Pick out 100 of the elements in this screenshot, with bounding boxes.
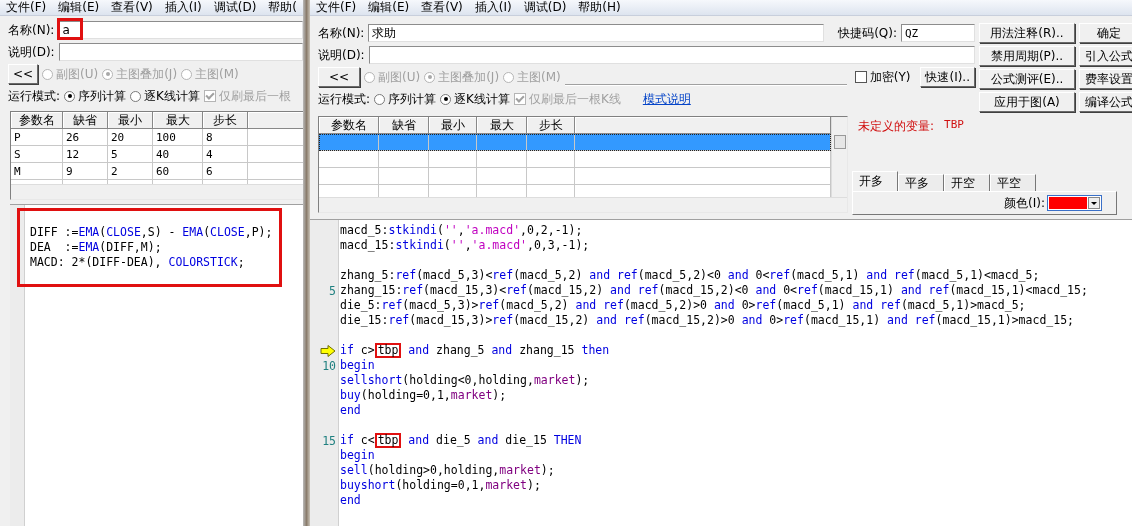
shortcut-field[interactable]: QZ <box>901 24 975 42</box>
column-header[interactable]: 缺省 <box>63 112 108 129</box>
field-label: 名称(N): <box>8 21 55 39</box>
dialog-button[interactable]: 费率设置 <box>1079 69 1132 89</box>
field-label: 名称(N): <box>318 24 365 42</box>
field-label: 说明(D): <box>318 46 365 64</box>
table-cell: 2 <box>108 163 153 180</box>
menu-item[interactable]: 插入(I) <box>164 0 202 15</box>
code-line: die_5:ref(macd_5,3)>ref(macd_5,2) and ref(macd_5,2)>0 and 0>ref(macd_5,1) and ref(macd_5,1)>macd_5; <box>339 298 1026 313</box>
code-line: zhang_15:ref(macd_15,3)<ref(macd_15,2) and ref(macd_15,2)<0 and 0<ref(macd_15,1) and ref(macd_15,1)<macd_15; <box>339 283 1088 298</box>
menu-item[interactable]: 查看(V) <box>111 0 153 15</box>
code-line: DIFF :=EMA(CLOSE,S) - EMA(CLOSE,P); <box>29 225 274 240</box>
table-cell: P <box>11 129 63 146</box>
tab[interactable]: 平多 <box>898 174 944 191</box>
collapse-button[interactable]: << <box>8 64 38 84</box>
menu-item[interactable]: 插入(I) <box>474 0 512 15</box>
menu-item[interactable]: 查看(V) <box>421 0 463 15</box>
dialog-button[interactable]: 确定 <box>1079 23 1132 43</box>
radio-option[interactable]: 序列计算 <box>374 90 437 108</box>
field-label: 运行模式: <box>318 90 371 108</box>
table-cell: 9 <box>63 163 108 180</box>
table-cell: 8 <box>203 129 248 146</box>
description-field[interactable] <box>58 43 303 61</box>
table-cell: 60 <box>153 163 203 180</box>
description-field[interactable] <box>368 46 975 64</box>
column-header[interactable]: 参数名 <box>11 112 63 129</box>
dialog-button[interactable]: 应用于图(A) <box>979 92 1075 112</box>
menu-item[interactable]: 帮助( <box>268 0 297 15</box>
table-cell: 20 <box>108 129 153 146</box>
error-variable: TBP <box>944 118 964 133</box>
column-header[interactable]: 最小 <box>108 112 153 129</box>
line-number: 15 <box>322 433 336 448</box>
menu-item[interactable]: 文件(F) <box>6 0 47 15</box>
table-cell: 12 <box>63 146 108 163</box>
code-line: end <box>339 403 361 418</box>
column-header[interactable]: 参数名 <box>319 117 379 134</box>
dialog-button[interactable]: 禁用周期(P).. <box>979 46 1075 66</box>
name-field[interactable]: a <box>58 21 303 39</box>
table-cell: 26 <box>63 129 108 146</box>
dialog-button[interactable]: 引入公式 <box>1079 46 1132 66</box>
table-cell: M <box>11 163 63 180</box>
table-cell: 100 <box>153 129 203 146</box>
radio-option[interactable]: 逐K线计算 <box>130 87 200 105</box>
menu-item[interactable]: 帮助(H) <box>578 0 621 15</box>
scrollbar[interactable] <box>831 117 847 197</box>
quick-button[interactable]: 快速(I).. <box>920 67 975 87</box>
field-label: 说明(D): <box>8 43 55 61</box>
radio-option[interactable]: 逐K线计算 <box>440 90 510 108</box>
column-header[interactable]: 步长 <box>203 112 248 129</box>
name-field[interactable]: 求助 <box>368 24 825 42</box>
code-line: MACD: 2*(DIFF-DEA), COLORSTICK; <box>29 255 246 270</box>
collapse-button[interactable]: << <box>318 67 360 87</box>
field-label: 颜色(I): <box>1004 194 1045 212</box>
scrollbar[interactable] <box>11 184 303 199</box>
menu-item[interactable]: 调试(D) <box>523 0 567 15</box>
line-number: 10 <box>322 358 336 373</box>
code-line: sellshort(holding<0,holding,market); <box>339 373 590 388</box>
column-header[interactable]: 最小 <box>429 117 477 134</box>
menu-item[interactable]: 文件(F) <box>316 0 357 15</box>
column-header[interactable]: 最大 <box>477 117 527 134</box>
radio-option[interactable]: 序列计算 <box>64 87 127 105</box>
table-row[interactable] <box>319 134 831 151</box>
dialog-button[interactable]: 用法注释(R).. <box>979 23 1075 43</box>
code-line: if c< tbp and die_5 and die_15 THEN <box>339 433 582 448</box>
checkbox[interactable]: 加密(Y) <box>854 68 911 86</box>
table-cell: 4 <box>203 146 248 163</box>
table-cell: 5 <box>108 146 153 163</box>
mode-link[interactable]: 模式说明 <box>642 90 691 108</box>
table-cell: 6 <box>203 163 248 180</box>
column-header[interactable]: 最大 <box>153 112 203 129</box>
code-line: macd_5:stkindi('','a.macd',0,2,-1); <box>339 223 583 238</box>
code-line: buy(holding=0,1,market); <box>339 388 507 403</box>
code-line: zhang_5:ref(macd_5,3)<ref(macd_5,2) and ref(macd_5,2)<0 and 0<ref(macd_5,1) and ref(macd_5,1)<macd_5; <box>339 268 1040 283</box>
menu-item[interactable]: 调试(D) <box>213 0 257 15</box>
code-line: buyshort(holding=0,1,market); <box>339 478 541 493</box>
line-number: 5 <box>329 283 336 298</box>
tab[interactable]: 开多 <box>852 171 898 191</box>
table-cell: S <box>11 146 63 163</box>
code-line: sell(holding>0,holding,market); <box>339 463 555 478</box>
color-dropdown[interactable] <box>1047 195 1102 211</box>
menu-item[interactable]: 编辑(E) <box>58 0 100 15</box>
code-line: DEA :=EMA(DIFF,M); <box>29 240 163 255</box>
table-cell: 40 <box>153 146 203 163</box>
code-editor[interactable] <box>310 219 1132 526</box>
code-line: die_15:ref(macd_15,3)>ref(macd_15,2) and ref(macd_15,2)>0 and 0>ref(macd_15,1) and ref(macd_15,1)>macd_15; <box>339 313 1074 328</box>
code-line: begin <box>339 448 375 463</box>
dialog-button[interactable]: 编译公式 <box>1079 92 1132 112</box>
menu-item[interactable]: 编辑(E) <box>368 0 410 15</box>
dialog-button[interactable]: 公式测评(E).. <box>979 69 1075 89</box>
tab[interactable]: 平空 <box>990 174 1036 191</box>
code-line: if c> tbp and zhang_5 and zhang_15 then <box>339 343 610 358</box>
code-line: begin <box>339 358 375 373</box>
column-header[interactable]: 步长 <box>527 117 575 134</box>
field-label: 快捷码(Q): <box>838 24 897 42</box>
error-message: 未定义的变量: <box>858 118 935 135</box>
tab[interactable]: 开空 <box>944 174 990 191</box>
column-header[interactable]: 缺省 <box>379 117 429 134</box>
scrollbar[interactable] <box>319 197 847 212</box>
field-label: 运行模式: <box>8 87 61 105</box>
code-line: end <box>339 493 361 508</box>
